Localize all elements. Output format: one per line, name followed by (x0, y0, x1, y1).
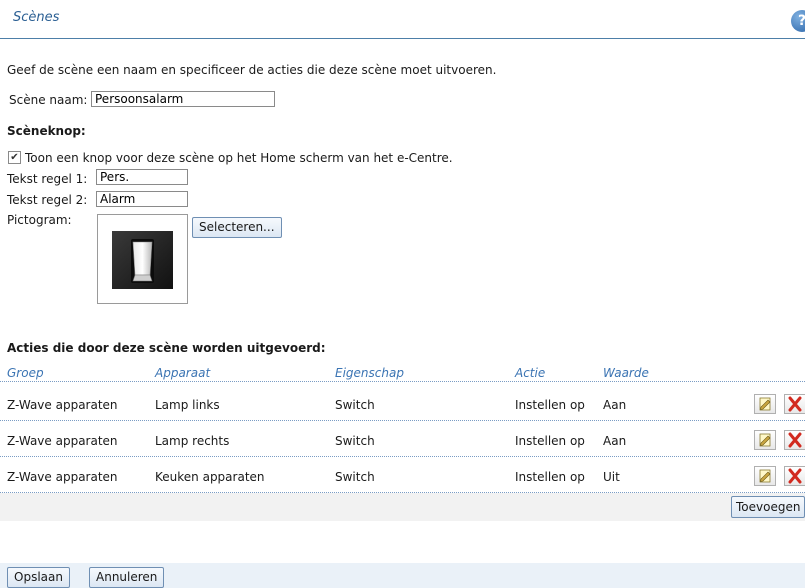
text-line1-label: Tekst regel 1: (7, 172, 88, 186)
cell-property: Switch (335, 470, 375, 484)
icon-label: Pictogram: (7, 213, 72, 227)
column-header-value[interactable]: Waarde (603, 366, 649, 380)
cell-value: Aan (603, 434, 627, 448)
column-header-property[interactable]: Eigenschap (335, 366, 404, 380)
page-title: Scènes (13, 10, 60, 25)
cell-action: Instellen op (515, 434, 585, 448)
scene-icon-preview (97, 214, 188, 304)
column-header-device[interactable]: Apparaat (155, 366, 210, 380)
cancel-button[interactable]: Annuleren (89, 567, 165, 588)
cell-value: Uit (603, 470, 620, 484)
table-row: Z-Wave apparaten Lamp rechts Switch Inst… (0, 421, 805, 457)
cell-value: Aan (603, 398, 627, 412)
cell-property: Switch (335, 398, 375, 412)
delete-icon[interactable] (784, 430, 805, 450)
add-action-button[interactable]: Toevoegen (731, 496, 805, 518)
scene-name-input[interactable] (91, 91, 275, 107)
cell-group: Z-Wave apparaten (7, 470, 118, 484)
cell-device: Lamp rechts (155, 434, 230, 448)
show-button-checkbox-label: Toon een knop voor deze scène op het Hom… (25, 151, 453, 165)
column-header-group[interactable]: Groep (7, 366, 44, 380)
text-line1-input[interactable] (96, 169, 188, 185)
table-row: Z-Wave apparaten Lamp links Switch Inste… (0, 385, 805, 421)
cell-group: Z-Wave apparaten (7, 434, 118, 448)
cell-action: Instellen op (515, 398, 585, 412)
text-line2-input[interactable] (96, 191, 188, 207)
edit-icon[interactable] (754, 430, 776, 450)
scene-button-heading: Scèneknop: (7, 124, 86, 138)
delete-icon[interactable] (784, 466, 805, 486)
help-icon[interactable]: ? (791, 10, 805, 32)
cell-device: Keuken apparaten (155, 470, 265, 484)
save-button[interactable]: Opslaan (7, 567, 70, 588)
cell-property: Switch (335, 434, 375, 448)
cell-device: Lamp links (155, 398, 220, 412)
page-header: Scènes ? (0, 0, 805, 39)
edit-icon[interactable] (754, 394, 776, 414)
show-button-checkbox[interactable]: ✔ (8, 151, 21, 164)
table-header-divider (0, 381, 805, 382)
cell-group: Z-Wave apparaten (7, 398, 118, 412)
actions-heading: Acties die door deze scène worden uitgev… (7, 341, 326, 355)
intro-text: Geef de scène een naam en specificeer de… (7, 63, 497, 77)
edit-icon[interactable] (754, 466, 776, 486)
table-row: Z-Wave apparaten Keuken apparaten Switch… (0, 457, 805, 493)
light-switch-icon (112, 231, 173, 289)
actions-footer (0, 493, 805, 521)
column-header-action[interactable]: Actie (515, 366, 545, 380)
text-line2-label: Tekst regel 2: (7, 193, 88, 207)
row-divider (0, 492, 805, 493)
select-icon-button[interactable]: Selecteren... (192, 217, 282, 238)
scene-name-label: Scène naam: (9, 93, 88, 107)
cell-action: Instellen op (515, 470, 585, 484)
delete-icon[interactable] (784, 394, 805, 414)
